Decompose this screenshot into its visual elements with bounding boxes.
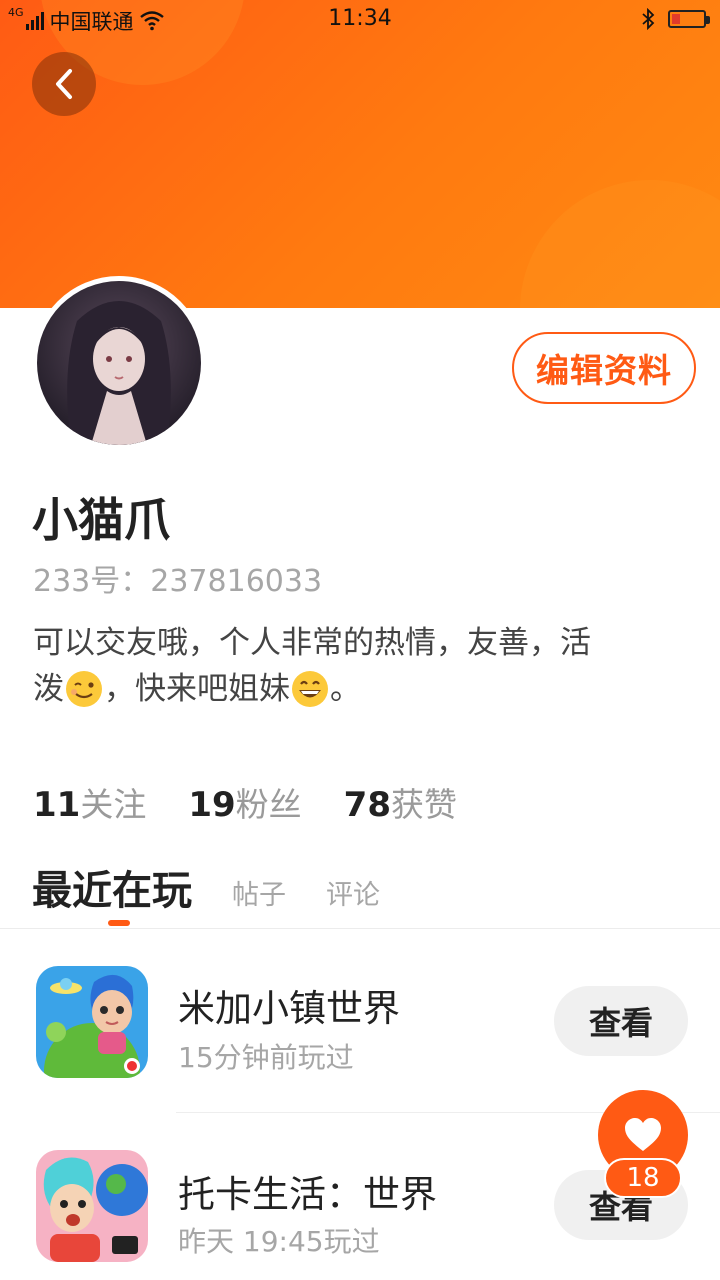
- bio-line: 可以交友哦，个人非常的热情，友善，活: [33, 625, 591, 661]
- game-name: 米加小镇世界: [178, 987, 400, 1030]
- tab-posts[interactable]: 帖子: [232, 873, 286, 912]
- grin-emoji-icon: [292, 671, 328, 707]
- stat-count: 19: [188, 785, 236, 825]
- game-played-time: 昨天 19:45玩过: [178, 1225, 380, 1258]
- heart-icon: [625, 1118, 661, 1151]
- profile-banner: [0, 0, 720, 308]
- back-button[interactable]: [32, 52, 96, 116]
- tab-label: 最近在玩: [32, 868, 192, 914]
- avatar-image: [37, 281, 201, 445]
- view-button[interactable]: 查看: [554, 986, 688, 1056]
- list-item[interactable]: 米加小镇世界 15分钟前玩过 查看: [0, 940, 720, 1120]
- miga-town-icon: [36, 966, 148, 1078]
- bio-text: 泼: [33, 671, 64, 707]
- bluetooth-icon: [642, 8, 655, 30]
- stats-row: 11 关注 19 粉丝 78 获赞: [33, 778, 457, 826]
- bio-text: 。: [330, 671, 361, 707]
- chevron-left-icon: [56, 69, 72, 99]
- stat-label: 粉丝: [235, 785, 302, 824]
- tab-indicator: [108, 920, 130, 926]
- tab-recently-played[interactable]: 最近在玩: [32, 858, 192, 926]
- divider: [0, 928, 720, 929]
- likes-stat[interactable]: 78 获赞: [344, 778, 457, 826]
- wink-emoji-icon: [66, 671, 102, 707]
- game-played-time: 15分钟前玩过: [178, 1041, 354, 1074]
- bio: 可以交友哦，个人非常的热情，友善，活 泼 ，快来吧姐妹 。: [33, 620, 683, 712]
- edit-profile-button[interactable]: 编辑资料: [512, 332, 696, 404]
- battery-icon: [668, 10, 710, 28]
- game-name: 托卡生活：世界: [178, 1173, 437, 1216]
- user-id: 233号：237816033: [33, 564, 323, 599]
- avatar[interactable]: [32, 276, 206, 450]
- clock: 11:34: [328, 6, 392, 31]
- following-stat[interactable]: 11 关注: [33, 778, 146, 826]
- stat-count: 11: [33, 785, 81, 825]
- toca-life-icon: [36, 1150, 148, 1262]
- tab-comments[interactable]: 评论: [326, 873, 380, 912]
- profile-tabs: 最近在玩 帖子 评论: [32, 858, 380, 926]
- followers-stat[interactable]: 19 粉丝: [188, 778, 301, 826]
- banner-decoration: [520, 180, 720, 308]
- like-count-badge: 18: [604, 1158, 682, 1198]
- bio-text: ，快来吧姐妹: [104, 671, 290, 707]
- stat-label: 关注: [80, 785, 147, 824]
- stat-count: 78: [343, 785, 391, 825]
- nickname: 小猫爪: [32, 493, 170, 547]
- stat-label: 获赞: [390, 785, 457, 824]
- status-bar: 4G 中国联通 11:34: [0, 0, 720, 38]
